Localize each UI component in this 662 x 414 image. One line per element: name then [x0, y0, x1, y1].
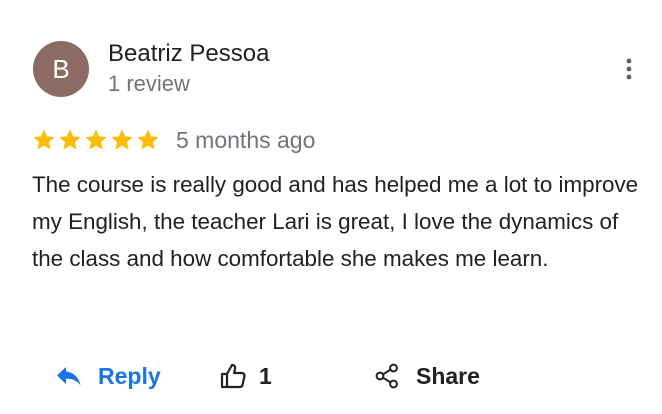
star-icon [59, 129, 81, 150]
review-text: The course is really good and has helped… [32, 172, 639, 271]
reply-icon [57, 367, 81, 386]
review-card: B Beatriz Pessoa 1 review 5 months ago T… [0, 0, 662, 414]
reply-button[interactable]: Reply [56, 356, 161, 396]
author-name[interactable]: Beatriz Pessoa [108, 40, 269, 68]
share-label: Share [416, 362, 480, 389]
rating-row: 5 months ago [32, 124, 315, 156]
author-review-count: 1 review [108, 71, 190, 96]
star-icon [137, 129, 159, 150]
thumb-up-icon [220, 363, 246, 389]
avatar[interactable]: B [33, 41, 89, 97]
share-icon [375, 363, 398, 389]
star-icon [33, 129, 55, 150]
avatar-initial: B [52, 54, 70, 84]
share-button[interactable]: Share [374, 356, 480, 396]
star-icon [111, 129, 133, 150]
review-date: 5 months ago [176, 126, 316, 153]
more-vert-icon [626, 58, 632, 80]
reply-label: Reply [98, 362, 161, 389]
star-icon [85, 129, 107, 150]
star-rating [32, 128, 160, 152]
like-count: 1 [259, 362, 272, 389]
like-button[interactable]: 1 [219, 356, 272, 396]
more-options-button[interactable] [614, 54, 644, 84]
